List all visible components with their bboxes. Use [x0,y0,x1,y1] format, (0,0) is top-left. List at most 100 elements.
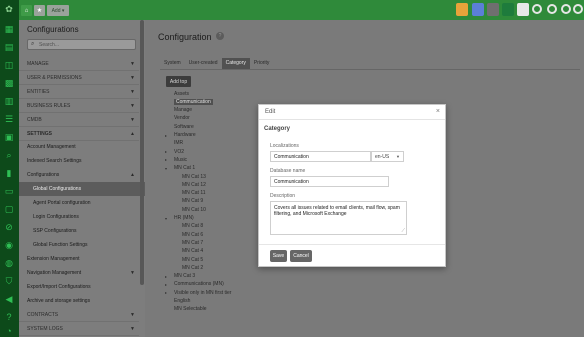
tree-node-label: MN Cat 2 [182,264,204,271]
power-icon[interactable] [561,4,571,14]
close-icon[interactable]: × [436,108,440,115]
sidebar-item[interactable]: BUSINESS RULES ▼ [19,99,145,113]
tab-user-created[interactable]: User-created [185,58,222,69]
sidebar-item[interactable]: Extension Management [19,252,145,266]
star-icon[interactable]: ★ [34,5,45,16]
dashboard-icon[interactable]: ▦ [4,24,14,34]
add-top-button[interactable]: Add top [166,76,191,87]
database-name-field[interactable]: Communication [270,176,389,187]
mail-icon[interactable] [517,3,529,16]
sidebar-item[interactable]: ENTITIES ▼ [19,85,145,99]
sidebar-item[interactable]: SETTINGS ▲ [19,127,145,141]
sidebar-item[interactable]: Indexed Search Settings [19,154,145,168]
chevron-down-icon: ▼ [396,154,400,159]
flag-icon[interactable] [472,3,484,16]
sidebar-item[interactable]: Navigation Management ▼ [19,266,145,280]
tree-node-label: MN Cat 4 [182,248,204,255]
sidebar-item-label: USER & PERMISSIONS [27,75,82,81]
shield-icon[interactable]: ⛉ [4,276,14,286]
localization-field[interactable]: Communication [270,151,371,162]
add-dropdown-button[interactable]: Add ▾ [47,5,69,16]
tree-node-label: MN Cat 5 [182,256,204,263]
caret-right-icon[interactable]: ▸ [165,157,174,162]
modal-footer-divider [259,244,445,245]
search-input[interactable]: ⌕ Search... [27,39,136,50]
grid-icon[interactable]: ▩ [4,78,14,88]
sidebar-scrollbar[interactable] [140,20,144,285]
tree-node-label: MN Cat 6 [182,231,204,238]
modal-title: Edit [265,109,276,115]
calculator-icon[interactable]: ▣ [4,132,14,142]
sidebar-item[interactable]: Configurations ▲ [19,168,145,182]
sidebar-item-label: SSP Configurations [33,228,77,234]
sidebar-item[interactable]: SYSTEM LOGS ▼ [19,322,145,336]
excel-icon[interactable] [502,3,514,16]
list-icon[interactable]: ☰ [4,114,14,124]
chevron-up-icon: ▲ [130,131,135,137]
book-icon[interactable]: ▥ [4,96,14,106]
sidebar-item[interactable]: Global Function Settings [19,238,145,252]
block-icon[interactable]: ⊘ [4,222,14,232]
tab-category[interactable]: Category [221,58,250,69]
cancel-button[interactable]: Cancel [290,250,312,262]
theme-icon[interactable] [487,3,499,16]
caret-right-icon[interactable]: ▸ [165,290,174,295]
chevron-down-icon: ▼ [130,75,135,81]
tab-bar: System User-created Category Priority [160,58,273,69]
monitor-icon[interactable]: ▢ [4,204,14,214]
sidebar-item[interactable]: Login Configurations [19,210,145,224]
help-circle-icon[interactable]: ? [216,32,224,40]
tree-node-label: Manage [174,107,193,114]
sidebar-item[interactable]: Export/Import Configurations [19,280,145,294]
headset-icon[interactable] [532,4,542,14]
sidebar-item[interactable]: Agent Portal configuration [19,196,145,210]
tab-system[interactable]: System [160,58,185,69]
tag-icon[interactable] [573,4,583,14]
tab-priority[interactable]: Priority [250,58,274,69]
sidebar-item-label: Extension Management [27,256,80,262]
sidebar-item[interactable]: SSP Configurations [19,224,145,238]
sidebar-item-label: Account Management [27,144,76,150]
tree-node-label: Communications (MN) [174,281,224,288]
search-icon[interactable]: ⌕ [4,150,14,160]
assets-icon[interactable]: ◫ [4,60,14,70]
tree-node[interactable]: MN Selectable [165,305,207,314]
save-button[interactable]: Save [270,250,287,262]
sidebar-item[interactable]: USER & PERMISSIONS ▼ [19,71,145,85]
tree-node-label: MN Cat 3 [174,273,196,280]
clock-icon[interactable]: ◔ [4,326,14,336]
megaphone-icon[interactable]: ◀ [4,294,14,304]
locale-select[interactable]: en-US ▼ [371,151,404,162]
chart-icon[interactable]: ▮ [4,168,14,178]
settings-icon[interactable] [547,4,557,14]
caret-down-icon[interactable]: ▾ [165,216,174,221]
sidebar-item[interactable]: Account Management [19,140,145,154]
caret-right-icon[interactable]: ▸ [165,282,174,287]
sidebar-item[interactable]: Archive and storage settings [19,294,145,308]
resize-handle-icon[interactable]: ⟋ [401,228,405,234]
tree-node-label: IMR [174,140,184,147]
tickets-icon[interactable]: ▤ [4,42,14,52]
page-title: Configuration [158,32,212,42]
caret-right-icon[interactable]: ▸ [165,133,174,138]
sidebar-item-label: Global Function Settings [33,242,88,248]
description-field[interactable]: Covers all issues related to email clien… [270,201,407,235]
sidebar-title: Configurations [27,25,79,34]
chat-icon[interactable]: ▭ [4,186,14,196]
globe-icon[interactable]: ◍ [4,258,14,268]
sidebar-item[interactable]: Global Configurations [19,182,145,196]
help-icon[interactable]: ? [4,312,14,322]
chevron-down-icon: ▼ [130,312,135,318]
users-icon[interactable]: ◉ [4,240,14,250]
sidebar-item[interactable]: MANAGE ▼ [19,57,145,71]
chevron-down-icon: ▼ [130,89,135,95]
sidebar-item[interactable]: CONTRACTS ▼ [19,308,145,322]
caret-right-icon[interactable]: ▸ [165,274,174,279]
colorful-app-icon[interactable] [456,3,468,16]
sidebar-item[interactable]: CMDB ▼ [19,113,145,127]
home-icon[interactable]: ⌂ [21,5,32,16]
tree-node-label: VO2 [174,148,185,155]
description-text: Covers all issues related to email clien… [274,205,400,217]
caret-right-icon[interactable]: ▸ [165,149,174,154]
caret-down-icon[interactable]: ▾ [165,166,174,171]
